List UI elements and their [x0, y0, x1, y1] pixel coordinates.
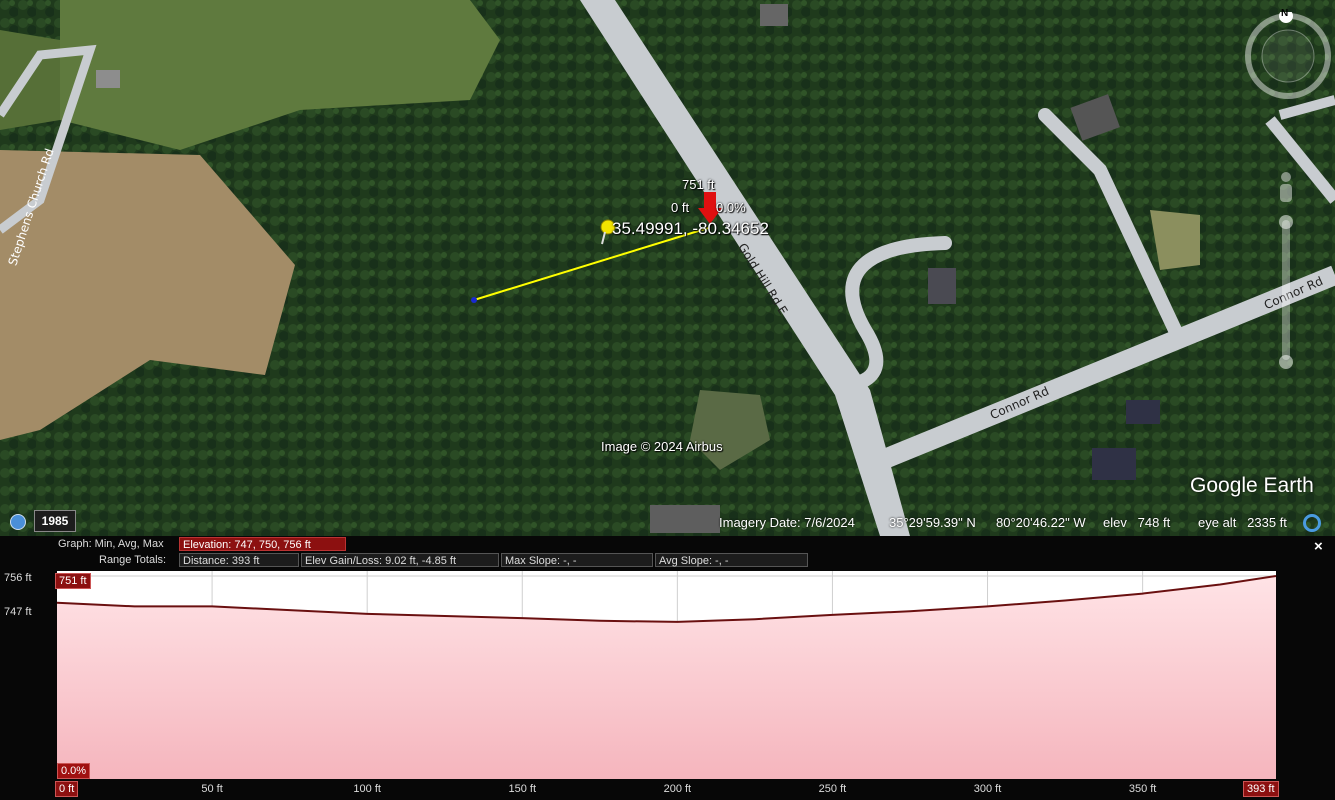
x-tick-label: 100 ft: [353, 783, 381, 795]
cursor-slope: 0.0%: [716, 200, 746, 215]
y-min-label: 747 ft: [4, 606, 32, 618]
x-tick-label: 200 ft: [663, 783, 692, 795]
y-max-label: 756 ft: [4, 572, 32, 584]
x-tick-label: 350 ft: [1128, 783, 1157, 795]
cursor-coordinates: 35.49991, -80.34652: [612, 219, 769, 238]
ground-elevation: elev 748 ft: [1103, 515, 1171, 530]
map-imagery: [0, 0, 1335, 536]
x-end-tag: 393 ft: [1243, 781, 1279, 797]
eye-altitude: eye alt 2335 ft: [1198, 515, 1287, 530]
x-tick-label: 50 ft: [201, 783, 223, 795]
compass-north-label: N: [1281, 8, 1289, 19]
x-tick-label: 300 ft: [973, 783, 1002, 795]
compass-icon[interactable]: [1245, 9, 1331, 99]
satellite-map[interactable]: Gold Hill Rd E Connor Rd Connor Rd Steph…: [0, 0, 1335, 536]
cursor-slope-tag: 0.0%: [57, 763, 91, 779]
elevation-chart[interactable]: [0, 536, 1335, 800]
cursor-elevation: 751 ft: [682, 177, 715, 192]
longitude: 80°20'46.22" W: [996, 515, 1086, 530]
x-tick-label: 150 ft: [508, 783, 537, 795]
pegman-icon[interactable]: [1280, 172, 1292, 202]
streaming-indicator-icon: [1303, 514, 1321, 532]
imagery-attribution: Image © 2024 Airbus: [601, 439, 723, 454]
cursor-distance: 0 ft: [671, 200, 690, 215]
zoom-slider[interactable]: [1279, 215, 1293, 369]
latitude: 35°29'59.39" N: [889, 515, 976, 530]
x-tick-label: 250 ft: [818, 783, 847, 795]
google-earth-logo: Google Earth: [1190, 474, 1314, 497]
status-bar: Imagery Date: 7/6/2024 35°29'59.39" N 80…: [0, 510, 1335, 536]
cursor-elevation-tag: 751 ft: [55, 573, 91, 589]
path-start-marker: [471, 297, 477, 303]
navigation-controls: N: [1244, 8, 1334, 392]
x-start-tag: 0 ft: [55, 781, 79, 797]
elevation-profile-panel: Graph: Min, Avg, Max Elevation: 747, 750…: [0, 536, 1335, 800]
imagery-date: Imagery Date: 7/6/2024: [719, 515, 855, 530]
